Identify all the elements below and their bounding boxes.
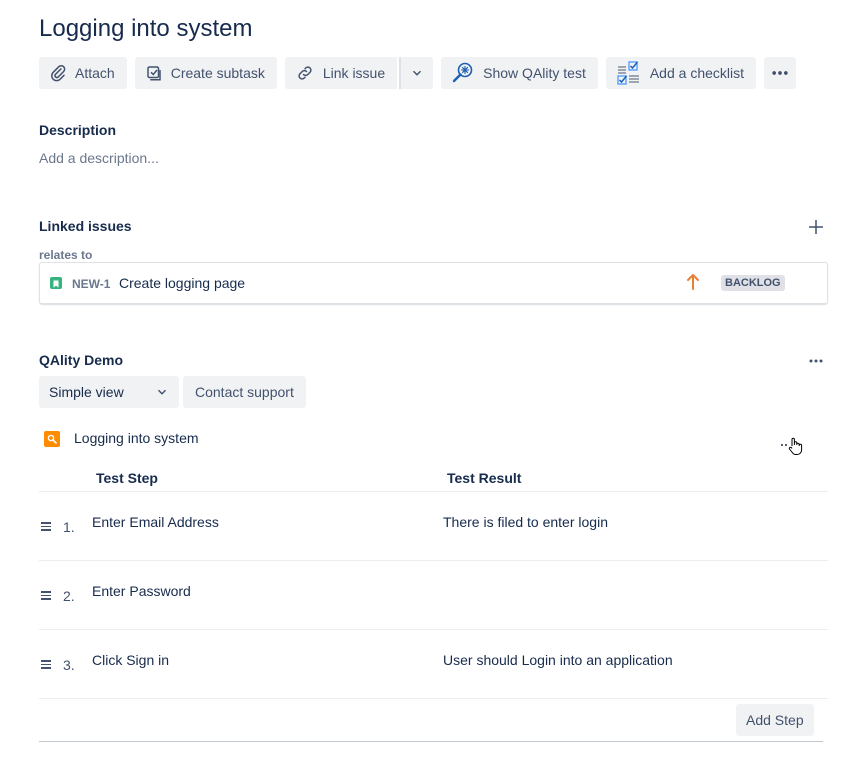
step-text[interactable]: Enter Password xyxy=(92,583,191,599)
attach-label: Attach xyxy=(75,65,115,81)
link-issue-split: Link issue xyxy=(284,57,434,89)
chevron-down-icon xyxy=(413,70,422,76)
link-issue-button[interactable]: Link issue xyxy=(284,57,398,89)
description-field[interactable]: Add a description... xyxy=(39,150,159,166)
attach-button[interactable]: Attach xyxy=(39,57,127,89)
test-step-row[interactable]: 3. Click Sign in User should Login into … xyxy=(39,629,828,698)
add-checklist-label: Add a checklist xyxy=(649,65,745,81)
plus-icon xyxy=(809,220,823,234)
story-icon xyxy=(50,277,62,289)
qality-magnifier-icon xyxy=(452,62,473,83)
checklist-icon xyxy=(617,61,639,85)
drag-handle-icon[interactable] xyxy=(41,660,51,671)
drag-handle-icon[interactable] xyxy=(41,522,51,533)
section-divider xyxy=(39,741,823,742)
linked-issues-heading: Linked issues xyxy=(39,218,132,234)
link-icon xyxy=(298,66,312,80)
add-linked-issue-button[interactable] xyxy=(806,217,826,237)
qality-heading: QAlity Demo xyxy=(39,352,124,368)
contact-support-button[interactable]: Contact support xyxy=(183,376,306,408)
priority-high-icon xyxy=(685,273,701,296)
hand-cursor-icon xyxy=(780,437,803,455)
step-number: 2. xyxy=(63,588,75,604)
add-step-button[interactable]: Add Step xyxy=(736,704,814,736)
linked-issue-card[interactable]: NEW-1 Create logging page BACKLOG xyxy=(39,262,828,304)
step-result[interactable]: User should Login into an application xyxy=(443,652,673,668)
link-issue-label: Link issue xyxy=(322,65,386,81)
create-subtask-label: Create subtask xyxy=(170,65,265,81)
test-name[interactable]: Logging into system xyxy=(74,430,199,446)
test-actions-button[interactable] xyxy=(778,436,808,456)
test-step-row[interactable]: 2. Enter Password xyxy=(39,560,828,629)
description-heading: Description xyxy=(39,122,117,138)
issue-title[interactable]: Logging into system xyxy=(39,15,252,43)
step-text[interactable]: Enter Email Address xyxy=(92,514,219,530)
step-number: 3. xyxy=(63,657,75,673)
subtask-icon xyxy=(146,66,161,81)
paperclip-icon xyxy=(51,64,66,82)
test-step-row[interactable]: 1. Enter Email Address There is filed to… xyxy=(39,491,828,560)
more-icon xyxy=(772,71,788,75)
link-issue-dropdown[interactable] xyxy=(399,57,434,89)
step-text[interactable]: Click Sign in xyxy=(92,652,169,668)
qality-more-button[interactable] xyxy=(804,352,828,370)
show-qality-test-label: Show QAlity test xyxy=(483,65,586,81)
status-badge[interactable]: BACKLOG xyxy=(721,275,785,291)
create-subtask-button[interactable]: Create subtask xyxy=(134,57,277,89)
test-step-column-header: Test Step xyxy=(96,470,158,486)
chevron-down-icon xyxy=(157,389,167,395)
drag-handle-icon[interactable] xyxy=(41,591,51,602)
view-select[interactable]: Simple view xyxy=(39,376,179,408)
more-icon xyxy=(809,359,823,363)
linked-issue-key[interactable]: NEW-1 xyxy=(72,277,110,291)
more-actions-button[interactable] xyxy=(764,57,797,89)
test-result-column-header: Test Result xyxy=(447,470,522,486)
view-select-value: Simple view xyxy=(49,384,124,400)
test-icon xyxy=(44,431,60,447)
show-qality-test-button[interactable]: Show QAlity test xyxy=(441,57,598,89)
table-divider xyxy=(39,698,828,699)
linked-issue-summary[interactable]: Create logging page xyxy=(119,275,245,291)
link-relation-label: relates to xyxy=(39,248,93,262)
issue-toolbar: Attach Create subtask Link issue Show QA… xyxy=(39,57,797,89)
add-checklist-button[interactable]: Add a checklist xyxy=(605,57,757,89)
step-result[interactable]: There is filed to enter login xyxy=(443,514,608,530)
step-number: 1. xyxy=(63,519,75,535)
